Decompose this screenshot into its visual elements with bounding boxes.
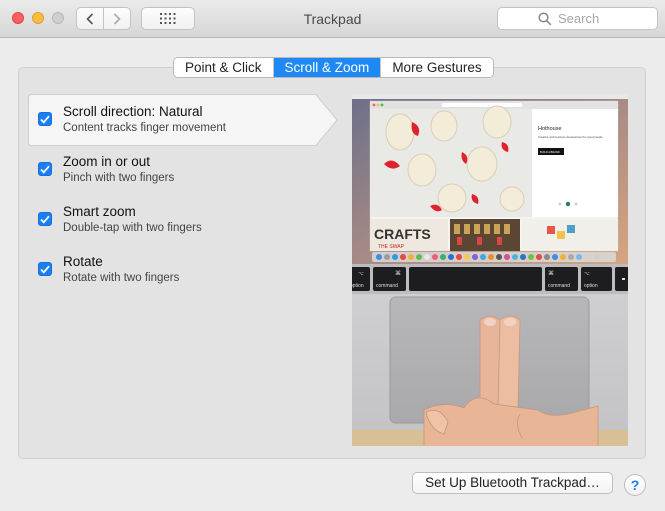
key-command-right: command [548,283,570,289]
key-space [409,267,542,291]
crafts-sub: THE SWAP [378,244,405,250]
option-title: Rotate [63,254,103,269]
smart-zoom-checkbox[interactable] [38,212,52,226]
web-heading: Hothouse [538,126,562,132]
gesture-preview: Hothouse Creative and business developme… [352,94,628,446]
key-cmd-symbol-left: ⌘ [395,270,401,277]
option-subtitle: Content tracks finger movement [63,122,226,134]
option-smart-zoom[interactable]: Smart zoom Double-tap with two fingers [28,194,338,246]
title-bar: Trackpad Search [0,0,665,38]
scroll-direction-checkbox[interactable] [38,112,52,126]
key-alt-symbol-left: ⌥ [358,271,364,277]
option-subtitle: Pinch with two fingers [63,172,175,184]
key-command-left: command [376,283,398,289]
checkmark-icon [40,165,50,174]
key-option-left: option [352,283,364,289]
help-button[interactable]: ? [624,474,646,496]
option-zoom-in-out[interactable]: Zoom in or out Pinch with two fingers [28,144,338,196]
key-alt-symbol-right: ⌥ [584,271,590,277]
set-up-bluetooth-trackpad-button[interactable]: Set Up Bluetooth Trackpad… [412,472,613,494]
search-icon [538,12,552,26]
checkmark-icon [40,215,50,224]
option-subtitle: Double-tap with two fingers [63,222,202,234]
search-field[interactable]: Search [497,7,658,30]
web-body: Creative and business development for go… [538,135,604,139]
option-subtitle: Rotate with two fingers [63,272,180,284]
search-placeholder: Search [558,11,600,26]
checkmark-icon [40,265,50,274]
tab-bar: Point & Click Scroll & Zoom More Gesture… [173,57,494,78]
option-title: Smart zoom [63,204,136,219]
key-cmd-symbol-right: ⌘ [548,270,554,277]
option-title: Zoom in or out [63,154,151,169]
selected-option-highlight [28,94,338,146]
checkmark-icon [40,115,50,124]
key-option-right: option [584,283,598,289]
web-button: BUILD A BRAND [540,150,560,154]
trackpad-demo-illustration: Hothouse Creative and business developme… [352,94,628,446]
tab-scroll-and-zoom[interactable]: Scroll & Zoom [273,58,382,77]
tab-more-gestures[interactable]: More Gestures [381,58,493,77]
crafts-title: CRAFTS [374,226,431,242]
option-rotate[interactable]: Rotate Rotate with two fingers [28,244,338,296]
zoom-checkbox[interactable] [38,162,52,176]
option-title: Scroll direction: Natural [63,104,203,119]
option-scroll-direction[interactable]: Scroll direction: Natural Content tracks… [28,94,338,146]
tab-point-and-click[interactable]: Point & Click [174,58,274,77]
rotate-checkbox[interactable] [38,262,52,276]
